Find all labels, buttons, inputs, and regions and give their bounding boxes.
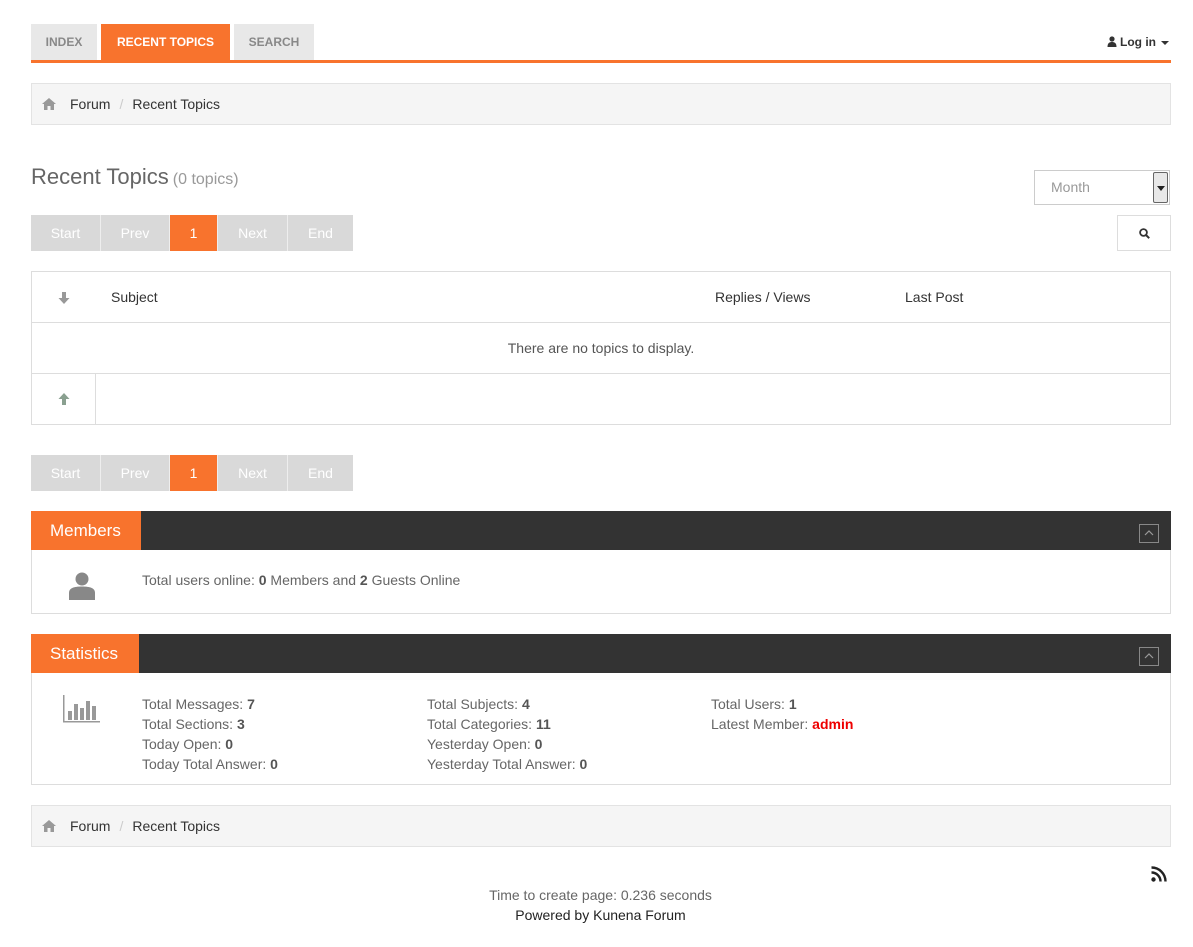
caret-down-icon [1161,40,1169,45]
breadcrumb-link-forum[interactable]: Forum [70,818,110,834]
pagination-end[interactable]: End [288,215,353,251]
column-header-replies-views: Replies / Views [715,289,811,305]
pagination-start[interactable]: Start [31,455,101,491]
tab-search[interactable]: SEARCH [234,24,314,60]
stat-total-subjects: Total Subjects: 4 [427,696,530,712]
home-icon [42,98,56,110]
rss-icon[interactable] [1151,866,1167,882]
login-menu[interactable]: Log in [1107,24,1169,60]
page-title: Recent Topics (0 topics) [31,164,239,190]
statistics-section-body: Total Messages: 7 Total Sections: 3 Toda… [31,673,1171,785]
pagination-current[interactable]: 1 [170,215,218,251]
breadcrumb-separator: / [119,818,124,834]
period-select-value: Month [1051,179,1090,195]
pagination-current[interactable]: 1 [170,455,218,491]
online-prefix: Total users online: [142,572,255,588]
sort-toggle[interactable] [32,272,96,323]
statistics-section-title: Statistics [31,634,139,673]
breadcrumb: Forum / Recent Topics [31,83,1171,125]
topics-table: Subject Replies / Views Last Post There … [31,271,1171,425]
search-icon [1138,227,1150,239]
empty-message: There are no topics to display. [32,323,1170,374]
search-button[interactable] [1117,215,1171,251]
stat-total-users: Total Users: 1 [711,696,797,712]
topic-count: (0 topics) [172,171,239,188]
pagination-prev[interactable]: Prev [101,215,170,251]
members-label: Members and [270,572,357,588]
breadcrumb-link-recent-topics[interactable]: Recent Topics [132,96,220,112]
stat-total-sections: Total Sections: 3 [142,716,245,732]
pagination-next[interactable]: Next [218,455,288,491]
stat-yesterday-open: Yesterday Open: 0 [427,736,543,752]
page-title-text: Recent Topics [31,164,169,189]
stat-total-messages: Total Messages: 7 [142,696,255,712]
breadcrumb-link-recent-topics[interactable]: Recent Topics [132,818,220,834]
pagination-prev[interactable]: Prev [101,455,170,491]
breadcrumb-separator: / [119,96,124,112]
arrow-up-icon [58,393,69,405]
pagination-bottom: Start Prev 1 Next End [31,455,353,491]
pagination-top: Start Prev 1 Next End [31,215,353,251]
period-select[interactable]: Month [1034,170,1170,205]
collapse-icon[interactable] [1139,647,1159,666]
members-section-header: Members [31,511,1171,550]
statistics-section-header: Statistics [31,634,1171,673]
column-header-last-post: Last Post [905,289,964,305]
arrow-down-icon [58,291,70,304]
members-section-body: Total users online: 0 Members and 2 Gues… [31,550,1171,614]
breadcrumb-bottom: Forum / Recent Topics [31,805,1171,847]
collapse-icon[interactable] [1139,524,1159,543]
user-icon [1107,36,1117,47]
column-header-subject: Subject [111,289,158,305]
page-time-text: Time to create page: 0.236 seconds [489,887,712,903]
members-section-title: Members [31,511,141,550]
pagination-start[interactable]: Start [31,215,101,251]
scroll-top-button[interactable] [32,374,96,424]
stat-latest-member: Latest Member: admin [711,716,854,732]
table-footer-row [32,374,1170,424]
user-silhouette-icon [69,572,95,600]
pagination-end[interactable]: End [288,455,353,491]
guests-label: Guests Online [371,572,461,588]
table-header-row: Subject Replies / Views Last Post [32,272,1170,323]
guests-online-count: 2 [359,572,368,588]
stat-yesterday-total-answer: Yesterday Total Answer: 0 [427,756,588,772]
bar-chart-icon [63,695,100,723]
stat-total-categories: Total Categories: 11 [427,716,551,732]
latest-member-link[interactable]: admin [812,716,853,732]
online-users-text: Total users online: 0 Members and 2 Gues… [142,572,460,588]
top-navigation: INDEX RECENT TOPICS SEARCH Log in [31,24,1171,63]
tab-recent-topics[interactable]: RECENT TOPICS [101,24,230,60]
stat-today-open: Today Open: 0 [142,736,234,752]
stat-today-total-answer: Today Total Answer: 0 [142,756,278,772]
members-online-count: 0 [258,572,267,588]
tab-index[interactable]: INDEX [31,24,97,60]
chevron-down-icon [1153,172,1168,203]
login-label: Log in [1120,35,1156,49]
pagination-next[interactable]: Next [218,215,288,251]
breadcrumb-link-forum[interactable]: Forum [70,96,110,112]
powered-by-link[interactable]: Powered by Kunena Forum [0,907,1193,923]
home-icon [42,820,56,832]
